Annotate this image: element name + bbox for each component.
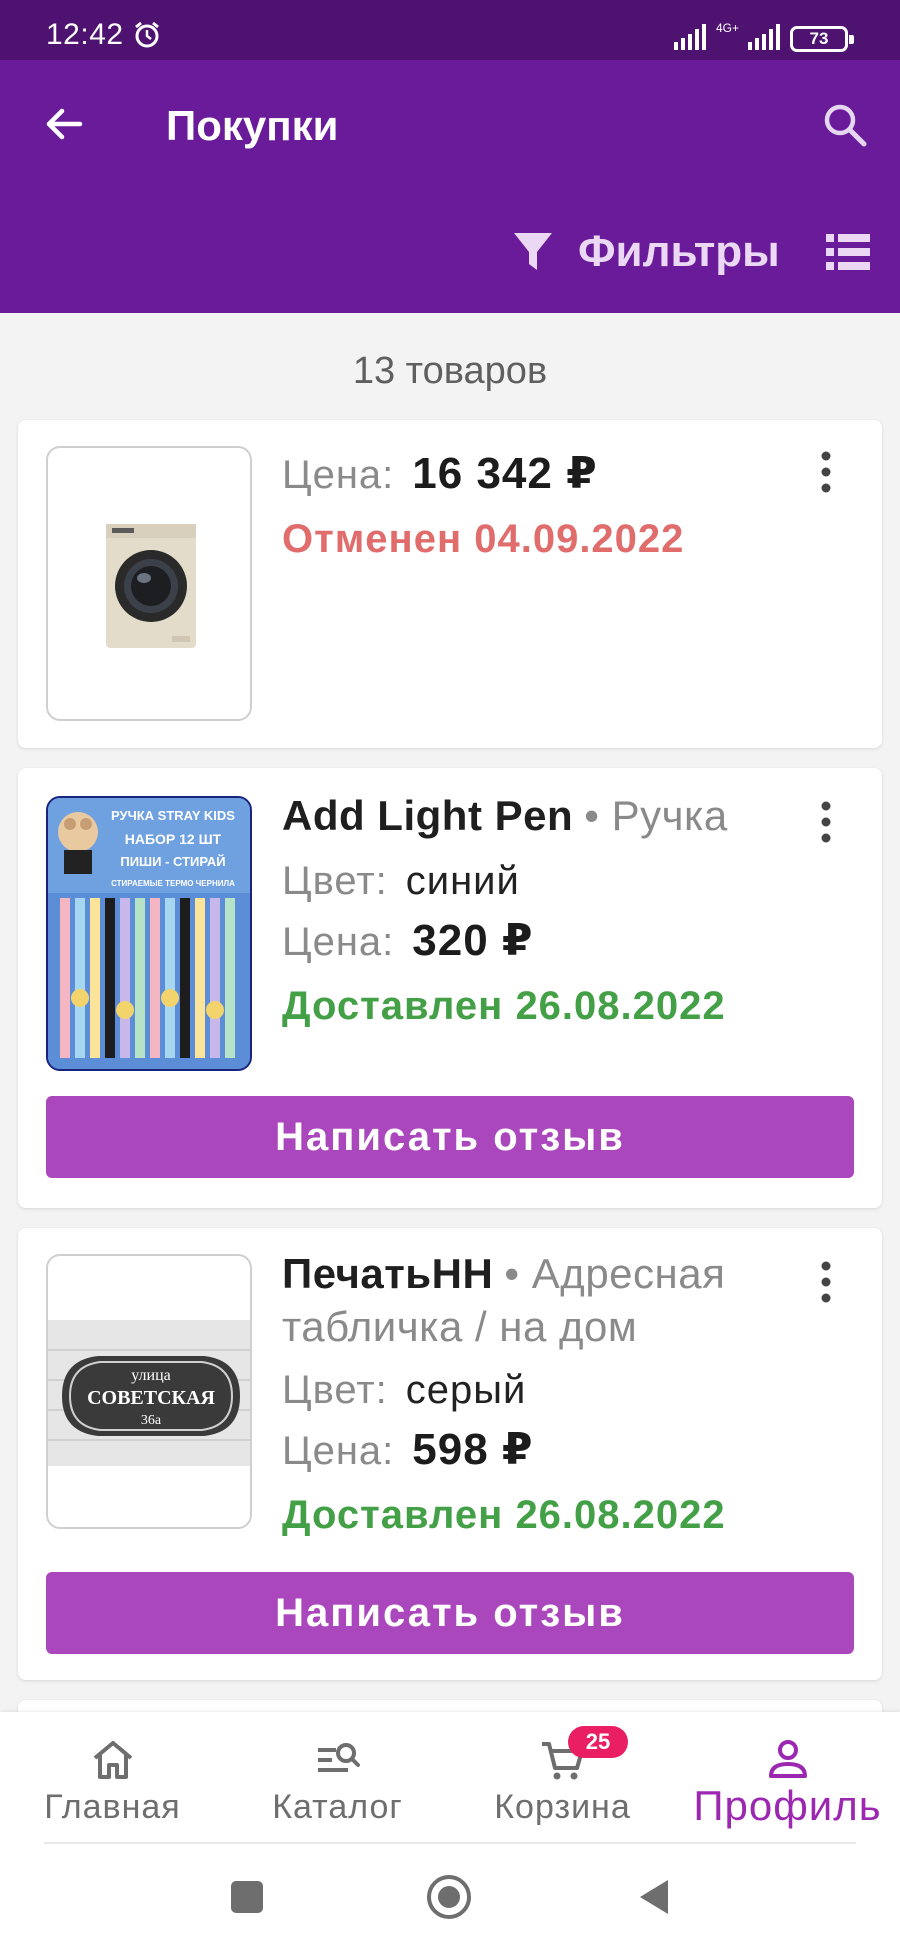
order-status: Отменен 04.09.2022 xyxy=(282,517,685,561)
product-brand: ПечатьНН xyxy=(282,1250,494,1297)
order-status: Доставлен 26.08.2022 xyxy=(282,1493,726,1537)
product-category: • Ручка xyxy=(584,792,728,839)
profile-icon xyxy=(768,1740,807,1778)
order-status: Доставлен 26.08.2022 xyxy=(282,984,726,1028)
signal-icon: 4G+ xyxy=(674,21,780,50)
nav-profile-label: Профиль xyxy=(693,1782,882,1829)
product-category: • Адресная xyxy=(504,1250,726,1297)
image-text-line3: ПИШИ - СТИРАЙ xyxy=(120,854,225,869)
image-text-line2: НАБОР 12 ШТ xyxy=(125,831,222,847)
pen-set-image: РУЧКА STRAY KIDS НАБОР 12 ШТ ПИШИ - СТИР… xyxy=(48,798,250,1069)
filters-label: Фильтры xyxy=(578,227,780,276)
color-label: Цвет: xyxy=(282,1368,388,1412)
product-thumbnail[interactable]: РУЧКА STRAY KIDS НАБОР 12 ШТ ПИШИ - СТИР… xyxy=(46,796,252,1071)
network-type: 4G+ xyxy=(716,21,739,35)
nav-catalog-label: Каталог xyxy=(272,1788,403,1826)
image-text-bottom: 36а xyxy=(141,1413,162,1428)
back-arrow-icon[interactable] xyxy=(40,100,88,148)
price-value: 598 ₽ xyxy=(412,1425,534,1474)
price-label: Цена: xyxy=(282,453,395,497)
recent-apps-icon[interactable] xyxy=(222,1872,272,1922)
back-triangle-icon[interactable] xyxy=(630,1872,680,1922)
more-vert-icon[interactable] xyxy=(808,798,844,846)
product-thumbnail[interactable]: улица СОВЕТСКАЯ 36а xyxy=(46,1254,252,1529)
image-text-line4: СТИРАЕМЫЕ ТЕРМО ЧЕРНИЛА xyxy=(111,879,235,888)
washing-machine-image xyxy=(106,524,196,648)
nav-cart[interactable]: 25 Корзина xyxy=(450,1712,675,1842)
status-time: 12:42 xyxy=(46,18,124,51)
alarm-icon xyxy=(135,21,159,48)
color-value: синий xyxy=(405,859,520,903)
image-text-line1: РУЧКА STRAY KIDS xyxy=(111,808,235,823)
page-title: Покупки xyxy=(166,102,339,149)
nav-profile[interactable]: Профиль xyxy=(675,1712,900,1842)
list-view-icon[interactable] xyxy=(826,232,870,272)
more-vert-icon[interactable] xyxy=(808,1258,844,1306)
app-bar: Покупки Фильтры xyxy=(0,60,900,313)
nav-home-label: Главная xyxy=(44,1788,181,1826)
battery-indicator: 73 xyxy=(790,26,854,52)
color-label: Цвет: xyxy=(282,859,388,903)
order-card[interactable]: РУЧКА STRAY KIDS НАБОР 12 ШТ ПИШИ - СТИР… xyxy=(18,768,882,1208)
divider xyxy=(44,1842,856,1844)
more-vert-icon[interactable] xyxy=(808,448,844,496)
product-brand: Add Light Pen xyxy=(282,792,574,839)
write-review-button[interactable]: Написать отзыв xyxy=(46,1572,854,1654)
price-label: Цена: xyxy=(282,1429,395,1473)
catalog-search-icon xyxy=(317,1743,360,1772)
bottom-navigation: Главная Каталог 25 Корзина Профиль xyxy=(0,1712,900,1842)
status-bar: 12:42 4G+ 73 xyxy=(0,0,900,60)
price-value: 16 342 ₽ xyxy=(412,449,598,498)
image-text-middle: СОВЕТСКАЯ xyxy=(87,1387,215,1409)
order-card[interactable]: Цена: 16 342 ₽ Отменен 04.09.2022 xyxy=(18,420,882,748)
order-card[interactable]: улица СОВЕТСКАЯ 36а ПечатьНН • Адресная … xyxy=(18,1228,882,1680)
address-plate-image: улица СОВЕТСКАЯ 36а xyxy=(48,1320,250,1466)
home-icon xyxy=(93,1741,132,1779)
search-icon[interactable] xyxy=(820,100,870,150)
write-review-button[interactable]: Написать отзыв xyxy=(46,1096,854,1178)
filter-icon xyxy=(514,233,552,270)
product-category-continued: табличка / на дом xyxy=(282,1303,638,1350)
system-navigation-bar xyxy=(0,1842,900,1950)
product-thumbnail[interactable] xyxy=(46,446,252,721)
items-count: 13 товаров xyxy=(352,350,548,392)
image-text-top: улица xyxy=(131,1367,171,1384)
price-value: 320 ₽ xyxy=(412,916,534,965)
nav-cart-label: Корзина xyxy=(494,1788,631,1826)
price-label: Цена: xyxy=(282,920,395,964)
nav-home[interactable]: Главная xyxy=(0,1712,225,1842)
cart-badge: 25 xyxy=(568,1726,628,1758)
home-button-icon[interactable] xyxy=(424,1872,474,1922)
filters-button[interactable]: Фильтры xyxy=(512,222,780,282)
nav-catalog[interactable]: Каталог xyxy=(225,1712,450,1842)
color-value: серый xyxy=(405,1368,527,1412)
